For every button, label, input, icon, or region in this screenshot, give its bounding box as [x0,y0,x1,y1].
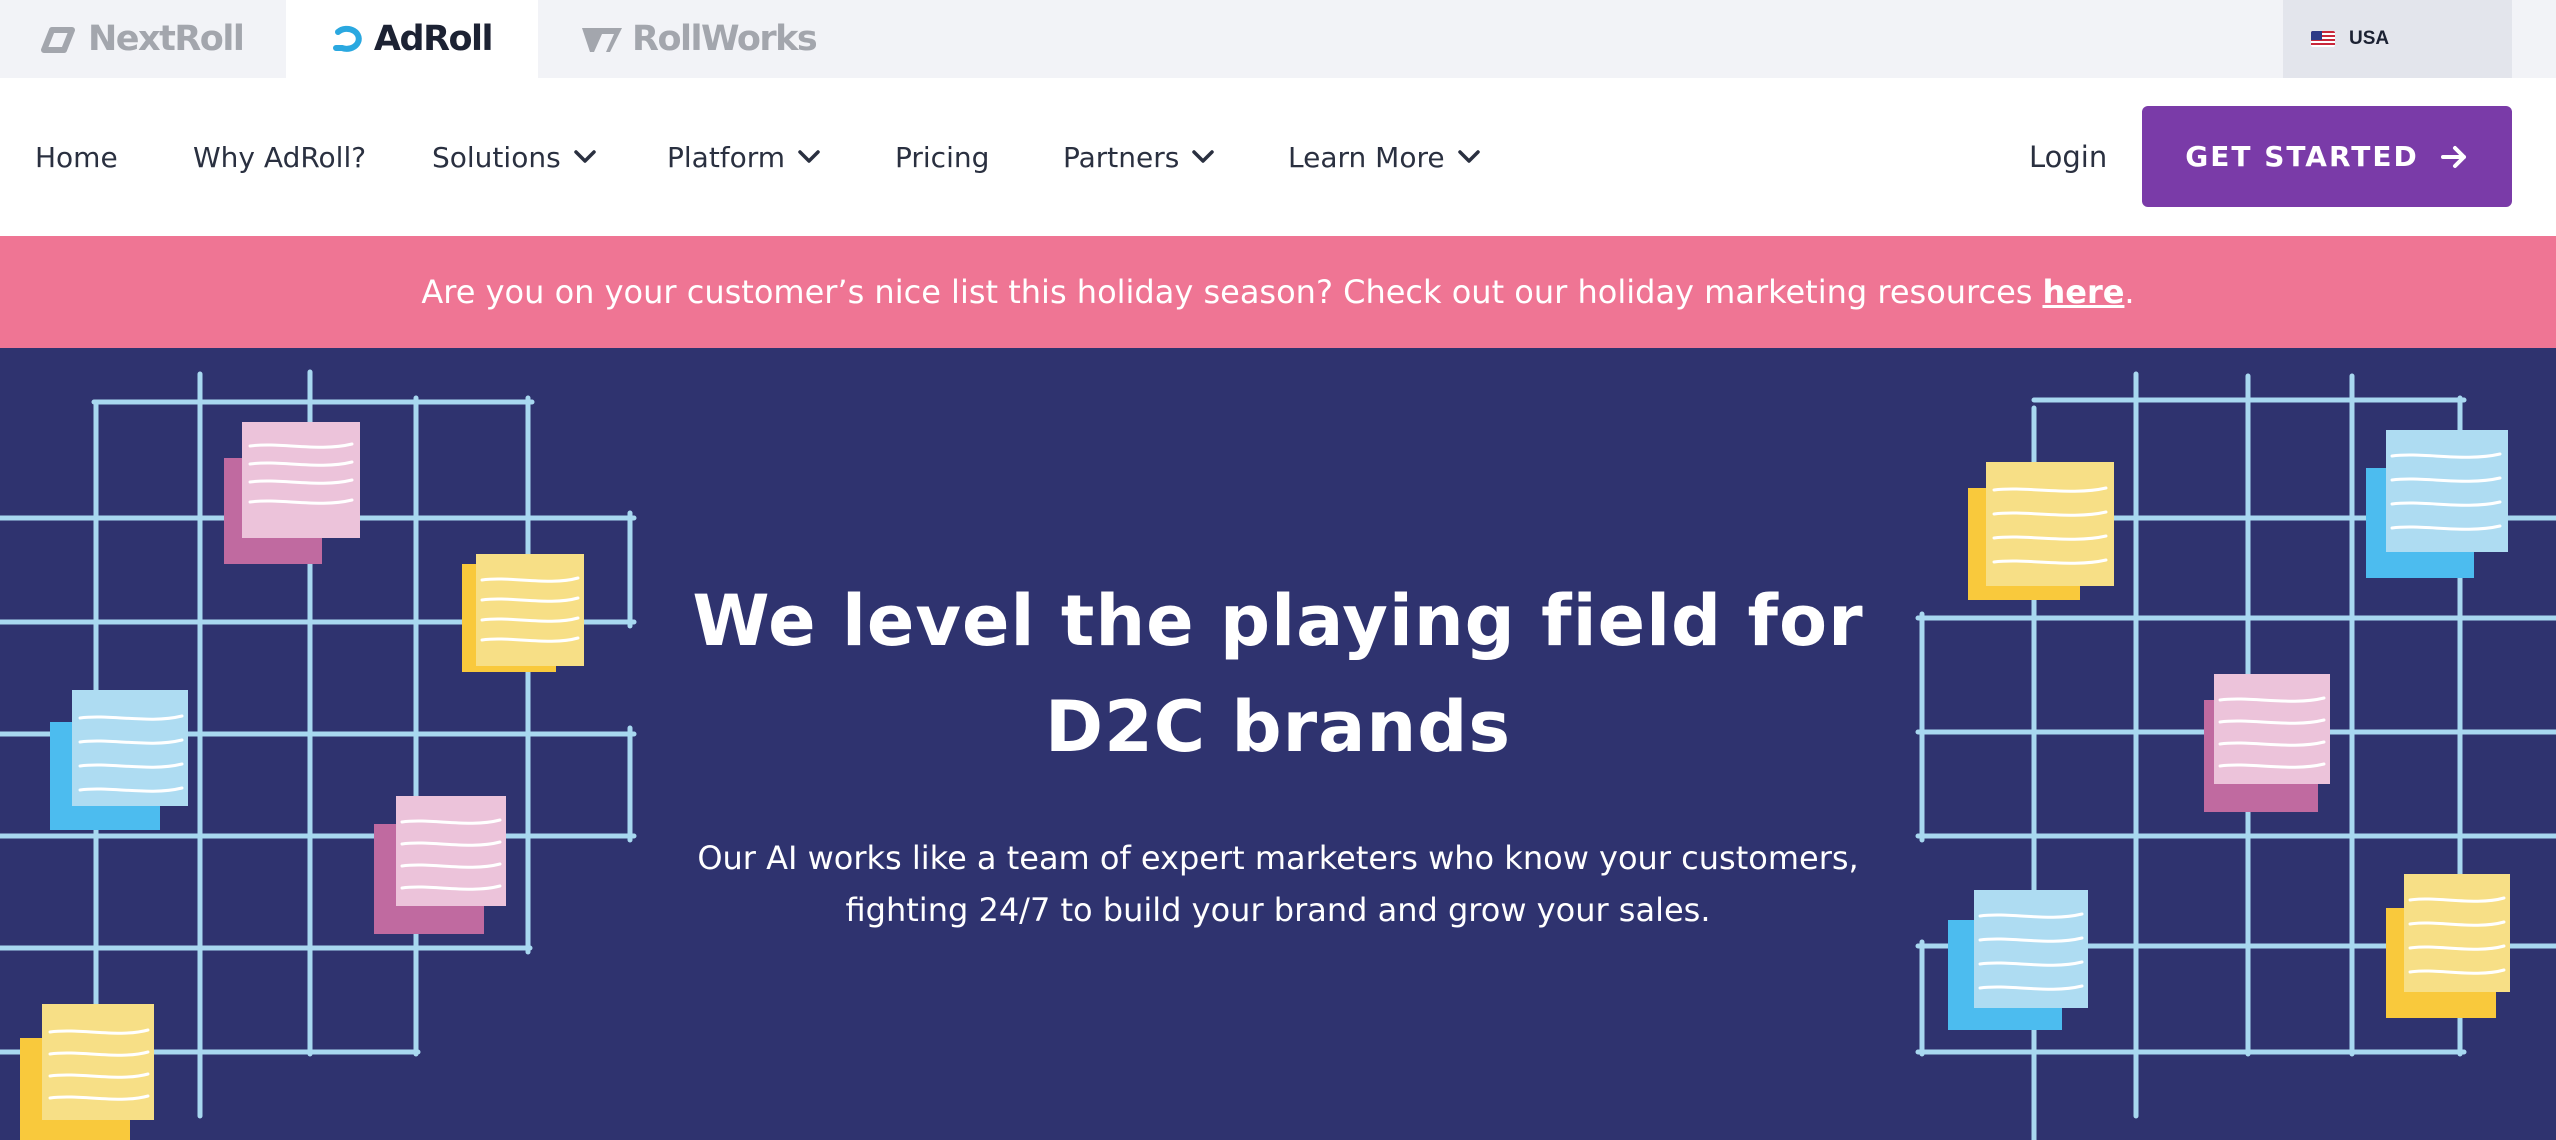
nav-item-learn-more[interactable]: Learn More [1288,78,1481,236]
sticky-note-pink [374,796,506,934]
nav-label: Home [35,140,118,174]
hero-title-bold: We level the playing field [692,580,1723,662]
banner-end: . [2124,273,2135,311]
nav-item-solutions[interactable]: Solutions [432,78,597,236]
arrow-right-icon [2440,145,2466,168]
sticky-note-pink [2204,674,2330,812]
right-grid-illustration [1915,371,2556,1140]
brand-name-adroll: AdRoll [373,19,494,59]
login-link[interactable]: Login [2029,78,2107,236]
nav-label: Platform [667,140,786,174]
brand-tab-adroll[interactable]: AdRoll [286,0,538,78]
main-nav: Home Why AdRoll? Solutions Platform Pric… [0,78,2556,236]
sticky-note-pink [224,422,360,564]
region-selector[interactable]: USA [2283,0,2512,78]
nav-label: Partners [1063,140,1180,174]
nav-label: Pricing [895,140,990,174]
chevron-down-icon [798,150,820,163]
sticky-note-blue [1948,890,2088,1030]
rollworks-logo-icon [582,28,622,52]
get-started-button[interactable]: GET STARTED [2142,106,2512,207]
nav-item-pricing[interactable]: Pricing [895,78,989,236]
banner-link[interactable]: here [2042,273,2124,311]
brand-tab-nextroll[interactable]: NextRoll [38,0,245,78]
brand-name-rollworks: RollWorks [632,19,818,59]
sticky-note-blue [50,690,188,830]
banner-text: Are you on your customer’s nice list thi… [421,273,2033,311]
us-flag-icon [2311,31,2335,47]
promo-banner: Are you on your customer’s nice list thi… [0,236,2556,348]
sticky-note-blue [2366,430,2508,578]
brand-bar: NextRoll AdRoll RollWorks USA [0,0,2556,78]
nav-item-home[interactable]: Home [35,78,118,236]
adroll-logo-icon [332,25,362,52]
nav-item-partners[interactable]: Partners [1063,78,1215,236]
hero-text: We level the playing field for D2C brand… [680,568,1876,936]
nav-label: Learn More [1288,140,1445,174]
sticky-note-yellow [1968,462,2114,600]
chevron-down-icon [573,150,596,163]
sticky-note-yellow [2386,874,2510,1018]
brand-tab-rollworks[interactable]: RollWorks [580,0,818,78]
region-label: USA [2349,28,2390,49]
nav-label: Solutions [432,140,561,174]
nextroll-logo-icon [41,27,75,53]
brand-name-nextroll: NextRoll [88,19,245,59]
hero-subtitle: Our AI works like a team of expert marke… [697,839,1859,929]
nav-item-platform[interactable]: Platform [667,78,821,236]
sticky-note-yellow [20,1004,154,1140]
nav-item-why-adroll[interactable]: Why AdRoll? [193,78,366,236]
nav-label: Why AdRoll? [193,140,367,174]
chevron-down-icon [1457,150,1480,163]
chevron-down-icon [1192,150,1215,163]
sticky-note-yellow [462,554,584,672]
get-started-label: GET STARTED [2185,140,2419,173]
left-grid-illustration [0,369,637,1140]
hero-section: We level the playing field for D2C brand… [0,348,2556,1140]
hero-title: We level the playing field for D2C brand… [680,568,1876,780]
